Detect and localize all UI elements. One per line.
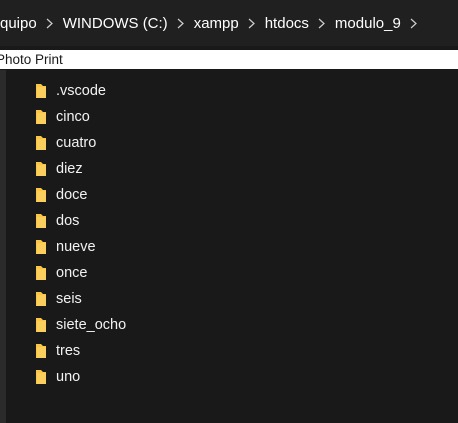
folder-icon — [36, 110, 46, 124]
breadcrumb-item-modulo-9[interactable]: modulo_9 — [333, 8, 403, 38]
file-explorer-window: quipo WINDOWS (C:) xampp htdocs modulo_9… — [0, 0, 458, 423]
list-item-cuatro[interactable]: cuatro — [0, 130, 458, 156]
folder-icon — [36, 188, 46, 202]
chevron-right-icon[interactable] — [311, 8, 333, 38]
list-item-dos[interactable]: dos — [0, 208, 458, 234]
list-item-once[interactable]: once — [0, 260, 458, 286]
folder-name: cinco — [56, 109, 90, 125]
list-item-seis[interactable]: seis — [0, 286, 458, 312]
folder-icon — [36, 344, 46, 358]
breadcrumb-item-htdocs[interactable]: htdocs — [263, 8, 311, 38]
folder-name: .vscode — [56, 83, 106, 99]
folder-icon — [36, 136, 46, 150]
folder-icon — [36, 292, 46, 306]
folder-icon — [36, 162, 46, 176]
list-item-cinco[interactable]: cinco — [0, 104, 458, 130]
folder-name: nueve — [56, 239, 96, 255]
folder-name: once — [56, 265, 88, 281]
list-item-diez[interactable]: diez — [0, 156, 458, 182]
folder-name: seis — [56, 291, 82, 307]
list-item-vscode[interactable]: .vscode — [0, 78, 458, 104]
photo-print-label: Photo Print — [0, 52, 63, 67]
breadcrumb-item-xampp[interactable]: xampp — [192, 8, 241, 38]
folder-icon — [36, 84, 46, 98]
list-item-uno[interactable]: uno — [0, 364, 458, 390]
folder-icon — [36, 318, 46, 332]
folder-name: siete_ocho — [56, 317, 127, 333]
chevron-right-icon[interactable] — [170, 8, 192, 38]
chevron-right-icon[interactable] — [241, 8, 263, 38]
list-item-siete-ocho[interactable]: siete_ocho — [0, 312, 458, 338]
folder-list: .vscode cinco cuatro diez doce dos nueve — [0, 78, 458, 423]
chevron-right-icon[interactable] — [39, 8, 61, 38]
folder-name: uno — [56, 369, 81, 385]
photo-print-banner: Photo Print — [0, 50, 458, 69]
folder-name: dos — [56, 213, 80, 229]
folder-icon — [36, 214, 46, 228]
folder-icon — [36, 266, 46, 280]
folder-name: tres — [56, 343, 81, 359]
chevron-right-icon[interactable] — [403, 8, 425, 38]
folder-icon — [36, 240, 46, 254]
folder-name: doce — [56, 187, 88, 203]
breadcrumb-item-windows-drive[interactable]: WINDOWS (C:) — [61, 8, 170, 38]
list-item-doce[interactable]: doce — [0, 182, 458, 208]
address-bar[interactable]: quipo WINDOWS (C:) xampp htdocs modulo_9 — [0, 0, 458, 46]
folder-icon — [36, 370, 46, 384]
list-item-tres[interactable]: tres — [0, 338, 458, 364]
folder-name: cuatro — [56, 135, 97, 151]
folder-name: diez — [56, 161, 83, 177]
list-item-nueve[interactable]: nueve — [0, 234, 458, 260]
breadcrumb-item-computer[interactable]: quipo — [0, 8, 39, 38]
